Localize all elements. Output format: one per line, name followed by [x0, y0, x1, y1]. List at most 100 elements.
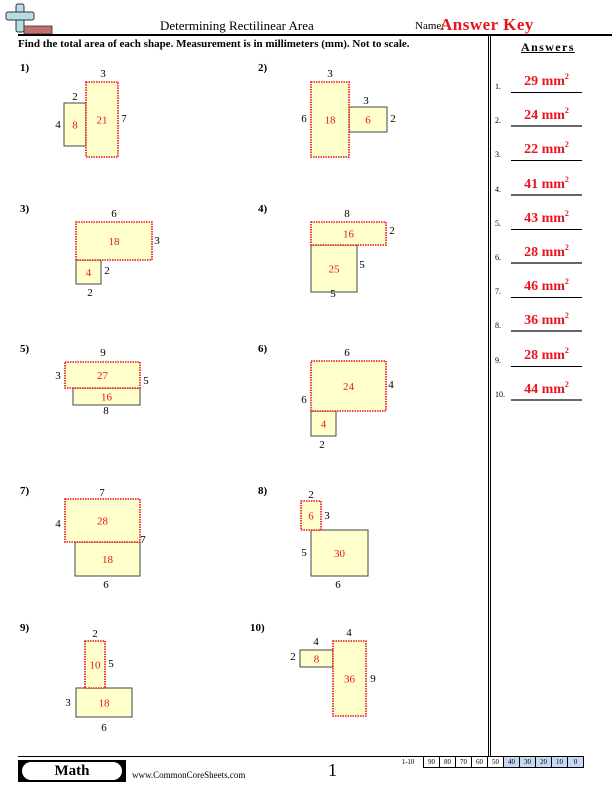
answer-number-value: 28 — [524, 347, 539, 363]
dimension-label: 3 — [55, 370, 61, 382]
answer-unit: mm — [541, 279, 565, 295]
dimension-label: 6 — [301, 113, 307, 125]
rectangle-area-label: 16 — [101, 392, 113, 404]
answer-exponent: 2 — [564, 243, 569, 252]
answer-value: 28 mm2 — [511, 345, 582, 364]
answer-exponent: 2 — [564, 140, 569, 150]
answer-number-value: 46 — [524, 279, 539, 295]
answer-row: 7. 46 mm2 — [495, 277, 612, 299]
answer-unit: mm — [541, 245, 565, 260]
answer-line — [511, 92, 582, 93]
answer-row: 6. 28 mm2 — [495, 243, 612, 264]
dimension-label: 2 — [87, 287, 93, 299]
answer-exponent: 2 — [564, 311, 569, 321]
dimension-label: 9 — [100, 347, 106, 359]
answer-value: 41 mm2 — [511, 175, 582, 193]
subject-label: Math — [22, 762, 122, 780]
problem-figure: 4 18 6 3 22 — [75, 208, 160, 299]
answer-line — [511, 125, 582, 128]
answer-unit: mm — [541, 381, 565, 397]
dimension-label: 2 — [92, 628, 98, 640]
answer-exponent: 2 — [564, 72, 569, 81]
answer-number-value: 29 — [524, 74, 539, 89]
answer-exponent: 2 — [564, 345, 569, 355]
dimension-label: 7 — [99, 487, 105, 499]
answer-row: 2. 24 mm2 — [495, 106, 612, 128]
answer-value: 24 mm2 — [511, 106, 582, 124]
answer-line — [511, 193, 582, 196]
problem-figure: 25168255 — [310, 208, 395, 300]
dimension-label: 4 — [55, 119, 61, 131]
dimension-label: 5 — [359, 259, 365, 271]
score-cell: 60 — [472, 756, 488, 768]
dimension-label: 2 — [290, 651, 296, 663]
score-table: 1-10 90 80 70 60 50 40 30 20 10 0 — [393, 756, 584, 768]
answer-number: 7. — [495, 287, 501, 297]
answer-unit: mm — [541, 142, 565, 158]
problem-figure: 8 36 4 4 2 9 — [290, 627, 376, 717]
dimension-label: 3 — [327, 68, 333, 80]
dimension-label: 3 — [363, 95, 369, 107]
answer-number: 1. — [495, 82, 501, 91]
rectangle-area-label: 4 — [86, 267, 92, 279]
answer-line — [511, 297, 582, 299]
answer-number: 3. — [495, 150, 501, 160]
problem-figure: 30 6 23 5 6 — [300, 489, 369, 591]
answers-heading: Answers — [521, 40, 575, 54]
rectangle-area-label: 21 — [97, 115, 108, 127]
rectangle-area-label: 8 — [72, 120, 78, 132]
answer-row: 9. 28 mm2 — [495, 345, 612, 367]
problem-figure: 6 18 3 3 6 2 — [301, 68, 396, 158]
dimension-label: 5 — [143, 375, 149, 387]
rectangle-area-label: 8 — [314, 654, 320, 666]
answer-unit: mm — [541, 347, 565, 363]
answer-number-value: 44 — [524, 381, 539, 397]
answer-number: 10. — [495, 389, 505, 399]
answer-line — [511, 365, 582, 367]
dimension-label: 2 — [104, 265, 110, 277]
page-number: 1 — [328, 760, 337, 780]
rectangle-area-label: 4 — [321, 419, 327, 431]
answer-number-value: 43 — [524, 210, 539, 226]
answer-unit: mm — [541, 313, 565, 329]
answer-line — [511, 398, 582, 401]
rectangle-area-label: 28 — [97, 516, 109, 528]
dimension-label: 3 — [65, 697, 71, 709]
answer-unit: mm — [541, 108, 565, 124]
answer-value: 36 mm2 — [511, 311, 582, 329]
rectangle-area-label: 10 — [90, 660, 102, 672]
dimension-label: 5 — [108, 658, 114, 670]
dimension-label: 6 — [344, 347, 350, 359]
score-cell: 90 — [423, 756, 440, 768]
dimension-label: 7 — [121, 113, 127, 125]
rectangle-area-label: 18 — [325, 115, 337, 127]
answer-row: 3. 22 mm2 — [495, 140, 612, 162]
rectangle-area-label: 24 — [343, 381, 355, 393]
answer-row: 5. 43 mm2 — [495, 209, 612, 230]
score-cell: 40 — [504, 756, 520, 768]
subject-badge: Math — [18, 760, 126, 782]
score-cell: 10 — [552, 756, 568, 768]
dimension-label: 4 — [55, 518, 61, 530]
score-cell: 70 — [456, 756, 472, 768]
dimension-label: 2 — [390, 113, 396, 125]
answer-exponent: 2 — [564, 277, 569, 287]
score-cell: 20 — [536, 756, 552, 768]
answer-value: 22 mm2 — [511, 140, 582, 158]
answer-number: 6. — [495, 253, 501, 262]
problem-figure: 18 28 7 4 7 6 — [55, 487, 146, 591]
rectangle-area-label: 25 — [329, 264, 341, 276]
answer-row: 10. 44 mm2 — [495, 380, 612, 401]
answer-number-value: 36 — [524, 313, 539, 329]
dimension-label: 6 — [301, 394, 307, 406]
dimension-label: 3 — [154, 235, 160, 247]
website-link[interactable]: www.CommonCoreSheets.com — [132, 770, 245, 780]
rectangle-area-label: 6 — [308, 511, 314, 523]
answer-number-value: 41 — [524, 176, 539, 192]
answer-unit: mm — [541, 176, 565, 192]
dimension-label: 6 — [103, 579, 109, 591]
problem-figure: 4 24 6 4 6 2 — [301, 347, 394, 451]
answer-number-value: 28 — [524, 245, 539, 260]
answer-line — [511, 262, 582, 264]
answer-unit: mm — [541, 210, 565, 226]
